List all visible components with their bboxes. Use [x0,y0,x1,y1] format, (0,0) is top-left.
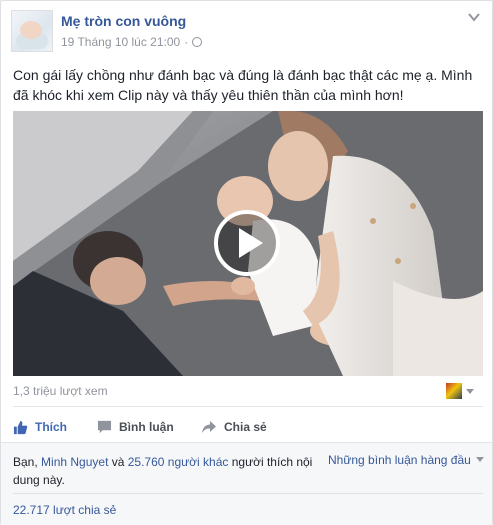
post-header: Mẹ tròn con vuông 19 Tháng 10 lúc 21:00 · [11,10,481,54]
divider [13,406,483,407]
post-text: Con gái lấy chồng như đánh bạc và đúng l… [13,67,473,103]
viewer-avatar[interactable] [446,383,462,399]
comments-sort-select[interactable]: Những bình luận hàng đầu [328,453,484,467]
view-count: 1,3 triệu lượt xem [13,384,108,398]
post-card: Mẹ tròn con vuông 19 Tháng 10 lúc 21:00 ·… [0,0,493,525]
likes-prefix: Bạn, [13,455,42,469]
page-name-link[interactable]: Mẹ tròn con vuông [61,13,186,29]
likes-section: Bạn, Minh Nguyet và 25.760 người khác ng… [1,443,492,525]
share-label: Chia sẻ [224,420,267,434]
post-meta: 19 Tháng 10 lúc 21:00 · [61,35,203,49]
post-timestamp[interactable]: 19 Tháng 10 lúc 21:00 [61,35,180,49]
caret-down-icon[interactable] [466,389,474,394]
divider [13,493,483,494]
comment-button[interactable]: Bình luận [97,417,174,437]
avatar-baby [20,21,42,39]
action-bar: Thích Bình luận Chia sẻ [13,417,483,437]
chevron-down-icon[interactable] [467,10,481,24]
share-count-link[interactable]: 22.717 lượt chia sẻ [13,503,116,517]
thumbs-up-icon [13,420,28,434]
play-icon [214,210,280,276]
chevron-down-icon [475,457,484,462]
play-button[interactable] [213,209,281,277]
video-player[interactable] [13,111,483,376]
meta-separator: · [184,35,189,49]
liker-name-link[interactable]: Minh Nguyet [41,455,108,469]
comment-icon [97,420,112,434]
globe-icon [192,37,203,47]
share-arrow-icon [202,421,216,433]
others-likes-link[interactable]: 25.760 người khác [128,455,229,469]
likes-middle: và [108,455,128,469]
like-button[interactable]: Thích [13,417,67,437]
comment-label: Bình luận [119,420,174,434]
likes-summary: Bạn, Minh Nguyet và 25.760 người khác ng… [13,453,313,489]
page-avatar[interactable] [11,10,53,52]
share-button[interactable]: Chia sẻ [201,417,267,437]
like-label: Thích [35,420,67,434]
comments-sort-label: Những bình luận hàng đầu [328,453,471,467]
